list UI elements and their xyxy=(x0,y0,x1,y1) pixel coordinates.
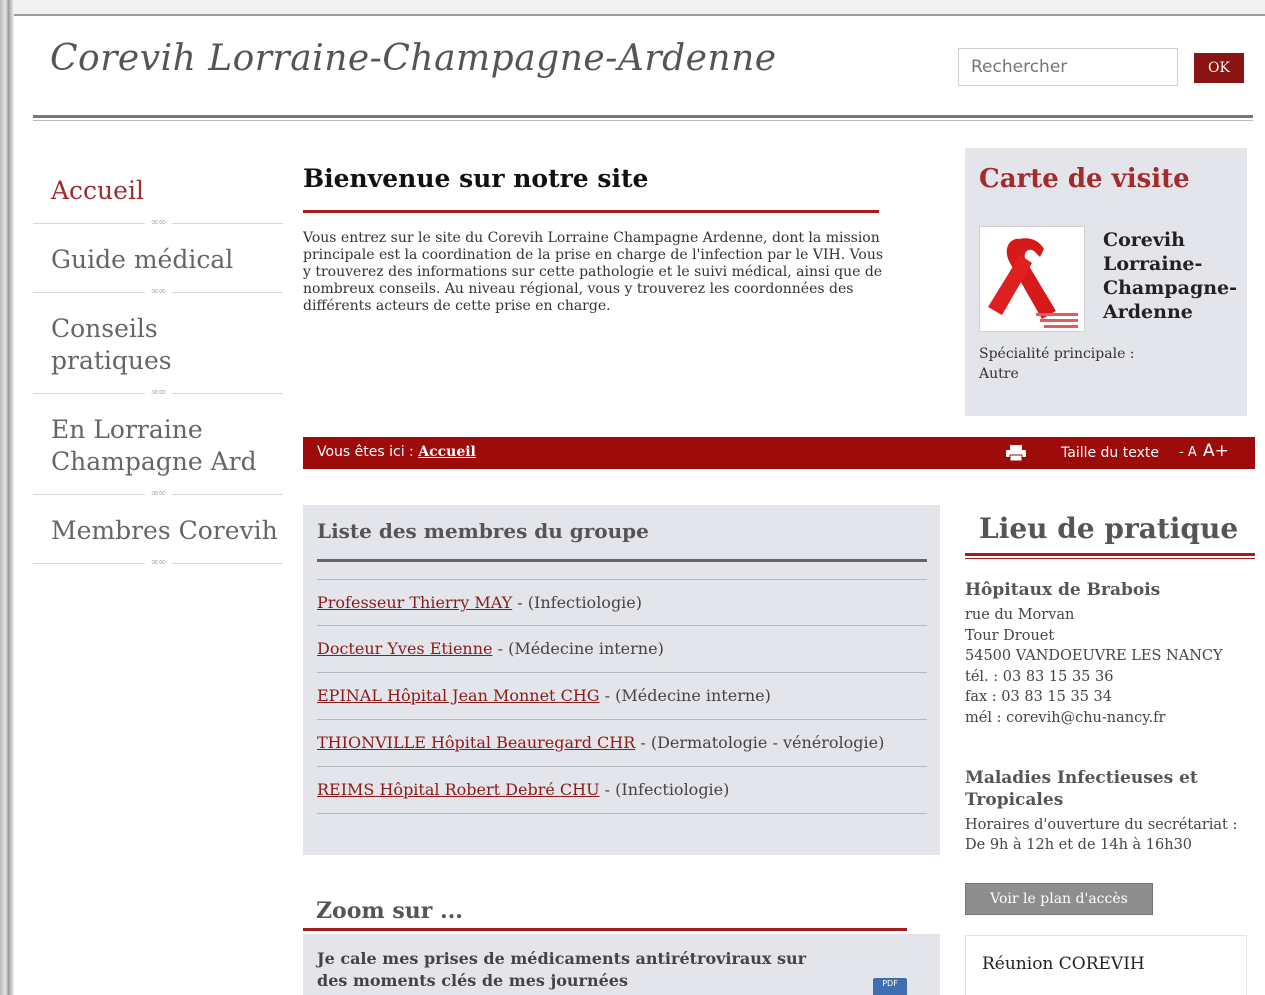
location-underline xyxy=(965,553,1255,559)
sidebar-item-accueil[interactable]: Accueil xyxy=(33,155,283,223)
breadcrumb: Vous êtes ici : Accueil Taille du texte … xyxy=(303,437,1255,469)
address-line: rue du Morvan xyxy=(965,607,1075,623)
member-specialty: - (Infectiologie) xyxy=(517,593,643,612)
sidebar-item-guide-medical[interactable]: Guide médical xyxy=(33,224,283,292)
list-item: THIONVILLE Hôpital Beauregard CHR - (Der… xyxy=(317,719,927,765)
member-specialty: - (Infectiologie) xyxy=(604,780,730,799)
sidebar-item-en-lorraine[interactable]: En Lorraine Champagne Ard xyxy=(33,394,283,494)
card-title: Carte de visite xyxy=(979,164,1190,194)
address-line: 54500 VANDOEUVRE LES NANCY xyxy=(965,648,1223,664)
location-title: Lieu de pratique xyxy=(979,512,1239,545)
member-link[interactable]: Professeur Thierry MAY xyxy=(317,593,512,612)
zoom-title: Zoom sur ... xyxy=(316,898,463,924)
sidebar-nav: Accueil ∞∞ Guide médical ∞∞ Conseils pra… xyxy=(33,155,283,568)
breadcrumb-text: Vous êtes ici : Accueil xyxy=(317,444,476,460)
sidebar-divider: ∞∞ xyxy=(33,557,283,568)
pdf-icon[interactable]: PDF xyxy=(873,978,907,995)
card-specialty: Spécialité principale : Autre xyxy=(979,344,1229,384)
member-specialty: - (Dermatologie - vénérologie) xyxy=(640,733,885,752)
ornament-icon: ∞∞ xyxy=(144,557,172,568)
service-name: Maladies Infectieuses et Tropicales xyxy=(965,768,1198,810)
text-size-label: Taille du texte xyxy=(1061,445,1159,461)
members-divider xyxy=(317,559,927,564)
title-underline xyxy=(303,210,879,213)
sidebar-item-conseils-pratiques[interactable]: Conseils pratiques xyxy=(33,293,283,393)
breadcrumb-link-accueil[interactable]: Accueil xyxy=(418,444,476,460)
search-ok-button[interactable]: OK xyxy=(1194,53,1244,83)
members-panel: Liste des membres du groupe Professeur T… xyxy=(303,505,940,855)
page-frame: Corevih Lorraine-Champagne-Ardenne OK Ac… xyxy=(0,0,1265,995)
hours-value: De 9h à 12h et de 14h à 16h30 xyxy=(965,837,1193,853)
sidebar-item-membres-corevih[interactable]: Membres Corevih xyxy=(33,495,283,563)
address-line: Tour Drouet xyxy=(965,627,1055,644)
hospital-name: Hôpitaux de Brabois xyxy=(965,580,1161,600)
list-item: REIMS Hôpital Robert Debré CHU - (Infect… xyxy=(317,766,927,812)
card-specialty-label: Spécialité principale : xyxy=(979,346,1135,362)
card-organization-name: Corevih Lorraine-Champagne-Ardenne xyxy=(1103,229,1238,323)
site-logo[interactable]: Corevih Lorraine-Champagne-Ardenne xyxy=(50,38,777,79)
zoom-panel: Je cale mes prises de médicaments antiré… xyxy=(303,934,940,995)
access-map-button[interactable]: Voir le plan d'accès xyxy=(965,883,1153,915)
member-specialty: - (Médecine interne) xyxy=(497,639,664,658)
member-link[interactable]: THIONVILLE Hôpital Beauregard CHR xyxy=(317,733,635,752)
email-line[interactable]: mél : corevih@chu-nancy.fr xyxy=(965,708,1260,729)
members-title: Liste des membres du groupe xyxy=(317,519,649,543)
breadcrumb-prefix: Vous êtes ici : xyxy=(317,444,414,460)
fax-line: fax : 03 83 15 35 34 xyxy=(965,689,1112,705)
search-input[interactable] xyxy=(958,48,1178,86)
member-link[interactable]: REIMS Hôpital Robert Debré CHU xyxy=(317,780,600,799)
window-top-border xyxy=(0,0,1265,16)
red-ribbon-icon xyxy=(979,226,1085,332)
page-title: Bienvenue sur notre site xyxy=(303,164,649,193)
printer-icon[interactable] xyxy=(1005,445,1027,461)
service-hours: Horaires d'ouverture du secrétariat : De… xyxy=(965,815,1260,855)
business-card-panel: Carte de visite Corevih Lorraine-Champag… xyxy=(965,148,1247,416)
text-size-increase-button[interactable]: A+ xyxy=(1203,441,1229,461)
member-link[interactable]: Docteur Yves Etienne xyxy=(317,639,493,658)
phone-line: tél. : 03 83 15 35 36 xyxy=(965,668,1114,685)
zoom-underline xyxy=(303,928,907,931)
welcome-paragraph: Vous entrez sur le site du Corevih Lorra… xyxy=(303,230,884,314)
list-item: Docteur Yves Etienne - (Médecine interne… xyxy=(317,625,927,671)
list-item: Professeur Thierry MAY - (Infectiologie) xyxy=(317,579,927,625)
zoom-article-link[interactable]: Je cale mes prises de médicaments antiré… xyxy=(317,948,837,992)
meeting-title[interactable]: Réunion COREVIH xyxy=(982,954,1145,974)
hours-label: Horaires d'ouverture du secrétariat : xyxy=(965,817,1238,833)
text-size-decrease-button[interactable]: - A xyxy=(1179,445,1197,460)
members-bottom-divider xyxy=(317,813,927,814)
header-divider xyxy=(33,115,1253,121)
member-link[interactable]: EPINAL Hôpital Jean Monnet CHG xyxy=(317,686,600,705)
list-item: EPINAL Hôpital Jean Monnet CHG - (Médeci… xyxy=(317,672,927,718)
member-specialty: - (Médecine interne) xyxy=(604,686,771,705)
card-specialty-value: Autre xyxy=(979,366,1019,382)
meeting-panel: Réunion COREVIH xyxy=(965,935,1247,995)
hospital-address: rue du Morvan Tour Drouet 54500 VANDOEUV… xyxy=(965,605,1260,728)
window-left-border xyxy=(0,0,14,995)
